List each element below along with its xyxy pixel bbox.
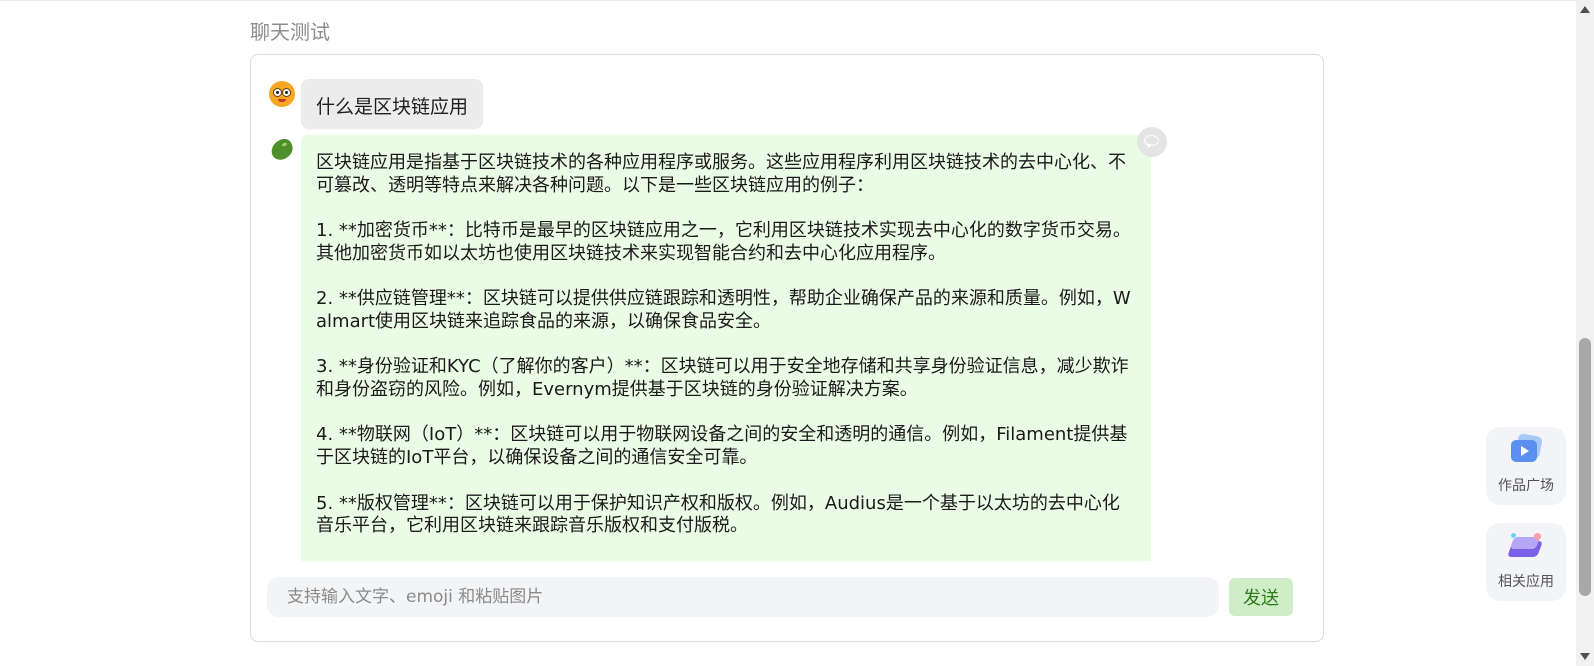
video-gallery-icon bbox=[1509, 433, 1543, 465]
user-message-bubble: 什么是区块链应用 bbox=[301, 79, 484, 129]
message-input[interactable] bbox=[267, 577, 1219, 617]
assistant-avatar-icon bbox=[268, 136, 296, 163]
page-title: 聊天测试 bbox=[250, 20, 330, 44]
scroll-up-arrow-icon[interactable] bbox=[1580, 6, 1590, 13]
works-square-button[interactable]: 作品广场 bbox=[1486, 427, 1566, 505]
related-apps-button[interactable]: 相关应用 bbox=[1486, 523, 1566, 601]
apps-stack-icon bbox=[1507, 531, 1546, 563]
comment-icon[interactable] bbox=[1137, 127, 1167, 157]
send-button[interactable]: 发送 bbox=[1229, 578, 1293, 616]
page-scrollbar[interactable] bbox=[1576, 0, 1594, 666]
scroll-down-arrow-icon[interactable] bbox=[1580, 653, 1590, 660]
assistant-message-text: 区块链应用是指基于区块链技术的各种应用程序或服务。这些应用程序利用区块链技术的去… bbox=[316, 152, 1131, 537]
scrollbar-thumb[interactable] bbox=[1579, 338, 1591, 596]
works-square-label: 作品广场 bbox=[1498, 478, 1554, 494]
user-avatar-icon bbox=[269, 81, 295, 107]
related-apps-label: 相关应用 bbox=[1498, 574, 1554, 590]
top-divider bbox=[0, 0, 1576, 1]
chat-panel: 什么是区块链应用 区块链应用是指基于区块链技术的各种应用程序或服务。这些应用程序… bbox=[250, 54, 1324, 642]
assistant-message-bubble: 区块链应用是指基于区块链技术的各种应用程序或服务。这些应用程序利用区块链技术的去… bbox=[301, 135, 1151, 561]
